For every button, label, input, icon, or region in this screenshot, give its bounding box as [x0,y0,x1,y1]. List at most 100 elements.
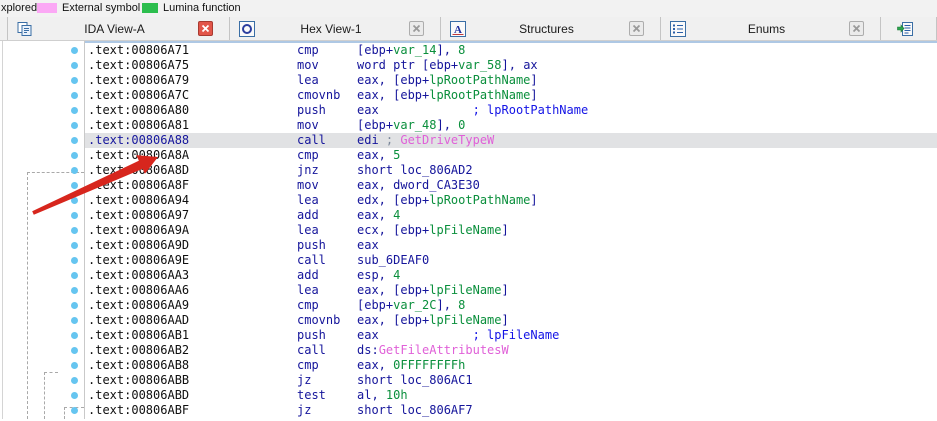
asm-listing: .text:00806A71cmp[ebp+var_14], 8.text:00… [85,43,937,418]
asm-line[interactable]: .text:00806A9Dpusheax [85,238,937,253]
tab-enums[interactable]: Enums [660,17,880,40]
asm-operand: [ebp+ [357,43,393,57]
asm-address: .text:00806A94 [85,193,297,208]
asm-mnemonic: mov [297,118,357,133]
asm-line[interactable]: .text:00806A8Acmpeax, 5 [85,148,937,163]
tab-structures[interactable]: A Structures [440,17,660,40]
nav-dot [71,227,78,234]
asm-mnemonic: add [297,208,357,223]
asm-mnemonic: cmp [297,358,357,373]
nav-dot [71,212,78,219]
asm-line[interactable]: .text:00806ABFjzshort loc_806AF7 [85,403,937,418]
asm-line[interactable]: .text:00806A8Djnzshort loc_806AD2 [85,163,937,178]
asm-address: .text:00806A79 [85,73,297,88]
asm-operand: eax, [357,148,393,162]
close-tab-button[interactable] [198,21,213,36]
asm-mnemonic: cmp [297,298,357,313]
asm-mnemonic: push [297,328,357,343]
asm-address: .text:00806A8D [85,163,297,178]
asm-line[interactable]: .text:00806A8Fmoveax, dword_CA3E30 [85,178,937,193]
asm-line[interactable]: .text:00806A9Ecallsub_6DEAF0 [85,253,937,268]
asm-operand: ] [530,88,537,102]
tab-label: IDA View-A [34,22,195,36]
asm-line[interactable]: .text:00806A81mov[ebp+var_48], 0 [85,118,937,133]
asm-mnemonic: mov [297,58,357,73]
asm-operand: 0 [458,118,465,132]
asm-line[interactable]: .text:00806A9Aleaecx, [ebp+lpFileName] [85,223,937,238]
asm-operand: ] [530,73,537,87]
asm-address: .text:00806A9E [85,253,297,268]
asm-operand: 0FFFFFFFFh [393,358,465,372]
asm-operand: var_2C [393,298,436,312]
asm-line[interactable]: .text:00806A94leaedx, [ebp+lpRootPathNam… [85,193,937,208]
asm-operand: ] [502,313,509,327]
legend-bar: xplored External symbol Lumina function [0,0,937,17]
asm-address: .text:00806ABF [85,403,297,418]
asm-line[interactable]: .text:00806AA9cmp[ebp+var_2C], 8 [85,298,937,313]
asm-operand: eax, [ebp+ [357,313,429,327]
asm-line[interactable]: .text:00806AA3addesp, 4 [85,268,937,283]
tab-ida-view-a[interactable]: IDA View-A [7,17,229,40]
asm-operand: eax [357,328,473,342]
asm-operand: ecx, [ebp+ [357,223,429,237]
hex-view-icon [239,21,255,37]
asm-operand: ], [436,298,458,312]
asm-operand: GetFileAttributesW [379,343,509,357]
asm-line[interactable]: .text:00806A80pusheax ; lpRootPathName [85,103,937,118]
nav-dot [71,197,78,204]
asm-mnemonic: cmp [297,43,357,58]
asm-line[interactable]: .text:00806A88calledi ; GetDriveTypeW [85,133,937,148]
asm-address: .text:00806A75 [85,58,297,73]
asm-address: .text:00806A80 [85,103,297,118]
tab-imports[interactable] [880,17,937,40]
asm-operand: ; lpFileName [473,328,560,342]
nav-dot [71,122,78,129]
asm-address: .text:00806AB1 [85,328,297,343]
close-tab-button[interactable] [409,21,424,36]
asm-line[interactable]: .text:00806ABBjzshort loc_806AC1 [85,373,937,388]
asm-line[interactable]: .text:00806A75movword ptr [ebp+var_58], … [85,58,937,73]
asm-line[interactable]: .text:00806A7Ccmovnbeax, [ebp+lpRootPath… [85,88,937,103]
tab-hex-view-1[interactable]: Hex View-1 [229,17,440,40]
asm-mnemonic: call [297,133,357,148]
asm-operand: short loc_806AC1 [357,373,473,387]
asm-address: .text:00806ABD [85,388,297,403]
legend-item-lumina-function: Lumina function [163,2,241,14]
asm-address: .text:00806AB2 [85,343,297,358]
asm-mnemonic: lea [297,283,357,298]
asm-operand: ], ax [502,58,538,72]
asm-line[interactable]: .text:00806AA6leaeax, [ebp+lpFileName] [85,283,937,298]
close-icon [632,24,641,33]
nav-dot [71,77,78,84]
asm-operand: short loc_806AD2 [357,163,473,177]
nav-dot [71,182,78,189]
close-tab-button[interactable] [849,21,864,36]
asm-address: .text:00806AB8 [85,358,297,373]
asm-line[interactable]: .text:00806A97addeax, 4 [85,208,937,223]
tab-bar: IDA View-A Hex View-1 A Structures [0,17,937,41]
nav-dot [71,317,78,324]
close-tab-button[interactable] [629,21,644,36]
asm-operand: eax [357,103,473,117]
asm-operand: ; [386,133,400,147]
asm-operand: 8 [458,298,465,312]
asm-line[interactable]: .text:00806AB1pusheax ; lpFileName [85,328,937,343]
tab-label: Hex View-1 [256,22,406,36]
asm-line[interactable]: .text:00806A79leaeax, [ebp+lpRootPathNam… [85,73,937,88]
asm-mnemonic: lea [297,193,357,208]
asm-mnemonic: cmovnb [297,88,357,103]
disassembly-view[interactable]: .text:00806A71cmp[ebp+var_14], 8.text:00… [0,41,937,419]
nav-dot [71,407,78,414]
asm-line[interactable]: .text:00806ABDtestal, 10h [85,388,937,403]
asm-operand: GetDriveTypeW [400,133,494,147]
asm-line[interactable]: .text:00806A71cmp[ebp+var_14], 8 [85,43,937,58]
asm-line[interactable]: .text:00806AADcmovnbeax, [ebp+lpFileName… [85,313,937,328]
asm-address: .text:00806A81 [85,118,297,133]
asm-address: .text:00806A97 [85,208,297,223]
asm-operand: ], [436,118,458,132]
nav-dot-column [0,43,84,421]
asm-line[interactable]: .text:00806AB2callds:GetFileAttributesW [85,343,937,358]
asm-operand: short loc_806AF7 [357,403,473,417]
asm-mnemonic: push [297,238,357,253]
asm-line[interactable]: .text:00806AB8cmpeax, 0FFFFFFFFh [85,358,937,373]
